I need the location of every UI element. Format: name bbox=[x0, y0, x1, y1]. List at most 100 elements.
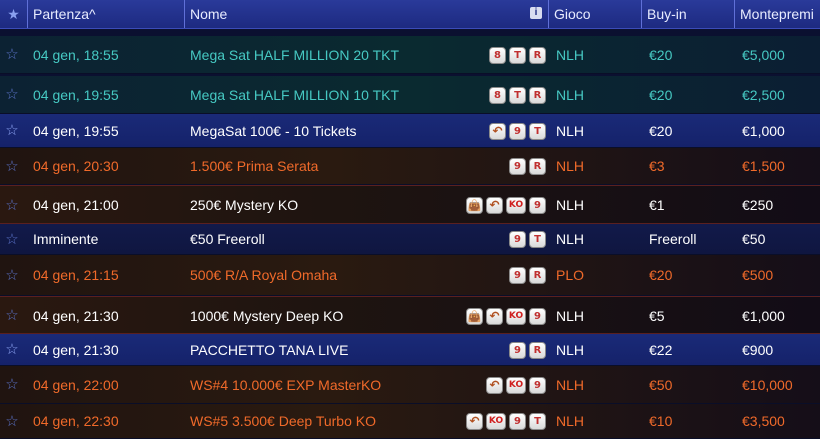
table-row[interactable]: ☆ 04 gen, 21:15 500€ R/A Royal Omaha 9 R PLO €… bbox=[0, 255, 820, 296]
tournament-name[interactable]: Mega Sat HALF MILLION 10 TKT bbox=[190, 76, 399, 114]
nine-badge-icon: 9 bbox=[529, 308, 546, 325]
favorite-star-icon[interactable]: ☆ bbox=[3, 76, 21, 114]
prize-pool: €1,000 bbox=[742, 308, 785, 324]
table-row[interactable]: ☆ 04 gen, 22:30 WS#5 3.500€ Deep Turbo KO ↶… bbox=[0, 404, 820, 439]
game-type: NLH bbox=[556, 413, 585, 429]
bag-badge-icon: 👜 bbox=[466, 308, 483, 325]
favorite-star-icon[interactable]: ☆ bbox=[3, 366, 21, 404]
tournament-name[interactable]: 1.500€ Prima Serata bbox=[190, 148, 318, 185]
column-header-start[interactable]: Partenza^ bbox=[27, 0, 184, 28]
favorite-star-icon[interactable]: ☆ bbox=[3, 148, 21, 185]
game-type: NLH bbox=[556, 87, 585, 103]
favorite-star-icon[interactable]: ☆ bbox=[3, 297, 21, 335]
prize-pool: €1,000 bbox=[742, 123, 785, 139]
table-row[interactable]: ☆ 04 gen, 20:30 1.500€ Prima Serata 9 R NLH €3… bbox=[0, 148, 820, 185]
tournament-name[interactable]: 1000€ Mystery Deep KO bbox=[190, 297, 343, 335]
start-time: 04 gen, 21:15 bbox=[33, 267, 119, 283]
tournament-badges: ↶ 9 T bbox=[489, 123, 546, 141]
buy-in: €20 bbox=[649, 87, 673, 103]
game-type: NLH bbox=[556, 342, 585, 358]
eight-badge-icon: 8 bbox=[489, 87, 506, 104]
table-row[interactable]: ☆ 04 gen, 18:55 Mega Sat HALF MILLION 20 T… bbox=[0, 36, 820, 74]
tournament-badges: 👜 ↶ KO 9 bbox=[466, 308, 546, 326]
star-icon: ★ bbox=[7, 6, 20, 22]
start-time: 04 gen, 21:30 bbox=[33, 308, 119, 324]
table-row[interactable]: ☆ 04 gen, 19:55 Mega Sat HALF MILLION 10 T… bbox=[0, 76, 820, 114]
favorite-star-icon[interactable]: ☆ bbox=[3, 224, 21, 255]
favorite-star-icon[interactable]: ☆ bbox=[3, 255, 21, 296]
table-row[interactable]: ☆ 04 gen, 21:30 PACCHETTO TANA LIVE 9 R NLH €2… bbox=[0, 334, 820, 366]
info-icon[interactable]: i bbox=[530, 7, 542, 19]
tournament-name[interactable]: MegaSat 100€ - 10 Tickets bbox=[190, 114, 357, 148]
favorite-star-icon[interactable]: ☆ bbox=[3, 36, 21, 74]
start-time: 04 gen, 22:30 bbox=[33, 413, 119, 429]
start-time: 04 gen, 20:30 bbox=[33, 158, 119, 174]
start-time: 04 gen, 21:30 bbox=[33, 342, 119, 358]
favorite-star-icon[interactable]: ☆ bbox=[3, 186, 21, 225]
prize-pool: €2,500 bbox=[742, 87, 785, 103]
rebuy-badge-icon: ↶ bbox=[486, 377, 503, 394]
ticket-badge-icon: T bbox=[529, 123, 546, 140]
game-type: NLH bbox=[556, 158, 585, 174]
tournament-name[interactable]: WS#5 3.500€ Deep Turbo KO bbox=[190, 404, 376, 439]
game-type: NLH bbox=[556, 123, 585, 139]
ticket-badge-icon: T bbox=[509, 47, 526, 64]
game-type: NLH bbox=[556, 231, 585, 247]
nine-badge-icon: 9 bbox=[509, 342, 526, 359]
tournament-badges: 👜 ↶ KO 9 bbox=[466, 197, 546, 215]
knockout-badge-icon: KO bbox=[486, 413, 506, 430]
column-header-prize[interactable]: Montepremi bbox=[734, 0, 820, 28]
tournament-name[interactable]: 500€ R/A Royal Omaha bbox=[190, 255, 337, 296]
buy-in: €20 bbox=[649, 123, 673, 139]
nine-badge-icon: 9 bbox=[529, 377, 546, 394]
nine-badge-icon: 9 bbox=[529, 197, 546, 214]
tournament-name[interactable]: Mega Sat HALF MILLION 20 TKT bbox=[190, 36, 399, 74]
eight-badge-icon: 8 bbox=[489, 47, 506, 64]
favorite-star-icon[interactable]: ☆ bbox=[3, 114, 21, 148]
knockout-badge-icon: KO bbox=[506, 308, 526, 325]
tournament-name[interactable]: WS#4 10.000€ EXP MasterKO bbox=[190, 366, 381, 404]
start-time: Imminente bbox=[33, 231, 99, 247]
prize-pool: €250 bbox=[742, 197, 774, 213]
buy-in: €20 bbox=[649, 267, 673, 283]
game-type: NLH bbox=[556, 377, 585, 393]
bag-badge-icon: 👜 bbox=[466, 197, 483, 214]
table-row[interactable]: ☆ 04 gen, 21:00 250€ Mystery KO 👜 ↶ KO 9 NLH €1 €… bbox=[0, 185, 820, 224]
column-header-buyin[interactable]: Buy-in bbox=[641, 0, 734, 28]
start-time: 04 gen, 19:55 bbox=[33, 123, 119, 139]
nine-badge-icon: 9 bbox=[509, 123, 526, 140]
tournament-badges: 9R bbox=[509, 342, 546, 360]
tournament-badges: ↶ KO 9 bbox=[486, 377, 546, 395]
buy-in: €5 bbox=[649, 308, 665, 324]
ticket-badge-icon: T bbox=[529, 413, 546, 430]
rebuy-badge-icon: ↶ bbox=[489, 123, 506, 140]
tournament-name[interactable]: 250€ Mystery KO bbox=[190, 186, 298, 225]
table-row[interactable]: ☆ 04 gen, 19:55 MegaSat 100€ - 10 Tickets ↶… bbox=[0, 114, 820, 148]
nine-badge-icon: 9 bbox=[509, 231, 526, 248]
tournament-badges: 9R bbox=[509, 158, 546, 176]
tournament-name[interactable]: €50 Freeroll bbox=[190, 224, 265, 255]
prize-pool: €500 bbox=[742, 267, 774, 283]
tournament-badges: 8TR bbox=[489, 47, 546, 65]
favorite-star-icon[interactable]: ☆ bbox=[3, 334, 21, 366]
tournament-badges: ↶ KO 9 T bbox=[466, 413, 546, 431]
table-row[interactable]: ☆ Imminente €50 Freeroll 9 T NLH Freeroll €50 bbox=[0, 224, 820, 255]
favorite-star-icon[interactable]: ☆ bbox=[3, 404, 21, 439]
tournament-name[interactable]: PACCHETTO TANA LIVE bbox=[190, 334, 348, 366]
column-header-name[interactable]: Nome bbox=[184, 0, 548, 28]
rebuy-badge-icon: ↶ bbox=[486, 308, 503, 325]
rebuy-badge-icon: ↶ bbox=[466, 413, 483, 430]
favorite-column-header[interactable]: ★ bbox=[0, 0, 27, 28]
prize-pool: €10,000 bbox=[742, 377, 793, 393]
buy-in: €10 bbox=[649, 413, 673, 429]
table-row[interactable]: ☆ 04 gen, 21:30 1000€ Mystery Deep KO 👜 ↶ KO 9… bbox=[0, 296, 820, 334]
start-time: 04 gen, 21:00 bbox=[33, 197, 119, 213]
reentry-badge-icon: R bbox=[529, 342, 546, 359]
game-type: NLH bbox=[556, 47, 585, 63]
prize-pool: €3,500 bbox=[742, 413, 785, 429]
column-header-game[interactable]: Gioco bbox=[548, 0, 641, 28]
table-row[interactable]: ☆ 04 gen, 22:00 WS#4 10.000€ EXP MasterKO ↶… bbox=[0, 366, 820, 404]
table-header: ★ Partenza^ Nome i Gioco Buy-in Montepre… bbox=[0, 0, 820, 29]
reentry-badge-icon: R bbox=[529, 158, 546, 175]
start-time: 04 gen, 22:00 bbox=[33, 377, 119, 393]
